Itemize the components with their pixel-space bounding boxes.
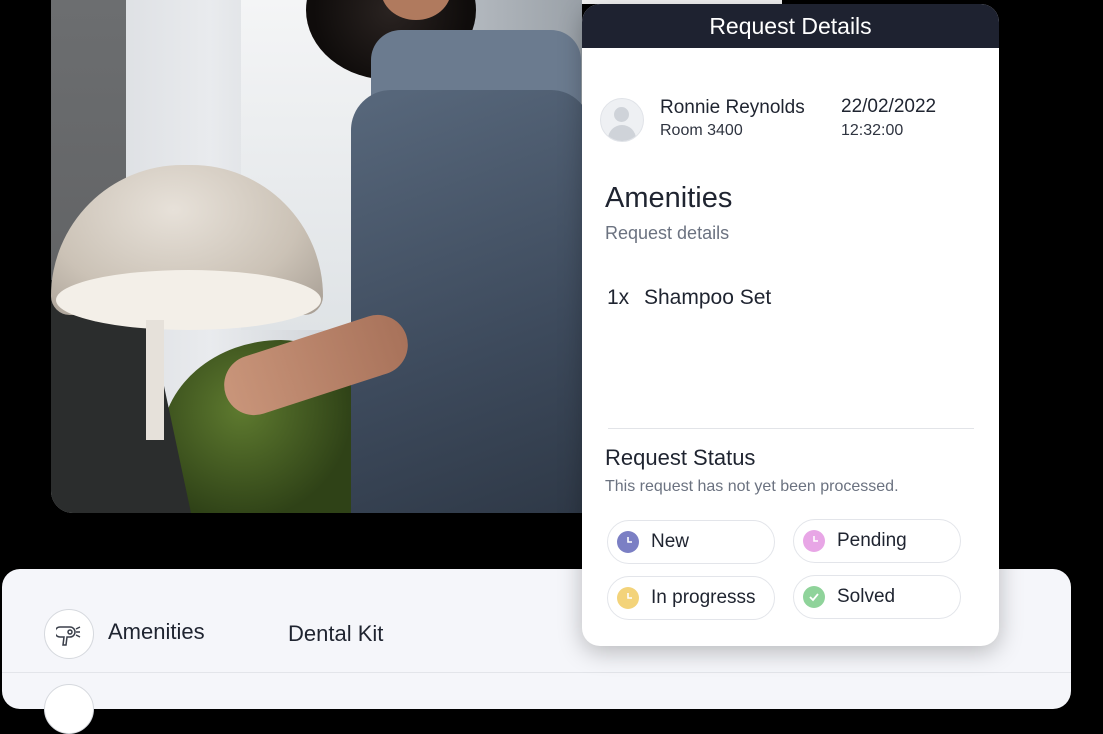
clock-icon xyxy=(617,531,639,553)
photo-lamp-rim xyxy=(56,270,321,330)
status-label: Solved xyxy=(837,586,896,607)
list-item-icon xyxy=(44,684,94,734)
status-title: Request Status xyxy=(605,445,756,470)
status-label: Pending xyxy=(837,530,907,551)
avatar xyxy=(600,98,644,142)
card-title: Request Details xyxy=(582,4,999,48)
status-label: In progresss xyxy=(651,587,756,608)
request-subtitle: Request details xyxy=(605,223,730,243)
hair-dryer-icon xyxy=(44,609,94,659)
item-quantity: 1x xyxy=(607,286,630,309)
clock-icon xyxy=(803,530,825,552)
guest-room: Room 3400 xyxy=(660,122,743,139)
hero-photo xyxy=(51,0,582,513)
guest-name: Ronnie Reynolds xyxy=(660,97,805,118)
status-pending-button[interactable]: Pending xyxy=(793,519,961,563)
list-item-name: Dental Kit xyxy=(288,621,384,646)
list-item-category: Amenities xyxy=(108,619,205,644)
status-label: New xyxy=(651,531,690,552)
status-in-progress-button[interactable]: In progresss xyxy=(607,576,775,620)
request-date: 22/02/2022 xyxy=(841,96,937,117)
request-details-card: Request Details Ronnie Reynolds Room 340… xyxy=(582,4,999,646)
check-icon xyxy=(803,586,825,608)
item-name: Shampoo Set xyxy=(644,286,772,309)
photo-lamp-stem xyxy=(146,320,164,440)
request-category: Amenities xyxy=(605,182,733,214)
request-time: 12:32:00 xyxy=(841,122,904,139)
status-new-button[interactable]: New xyxy=(607,520,775,564)
status-note: This request has not yet been processed. xyxy=(605,478,899,495)
status-solved-button[interactable]: Solved xyxy=(793,575,961,619)
divider xyxy=(608,428,974,429)
clock-icon xyxy=(617,587,639,609)
photo-apron xyxy=(351,90,582,513)
